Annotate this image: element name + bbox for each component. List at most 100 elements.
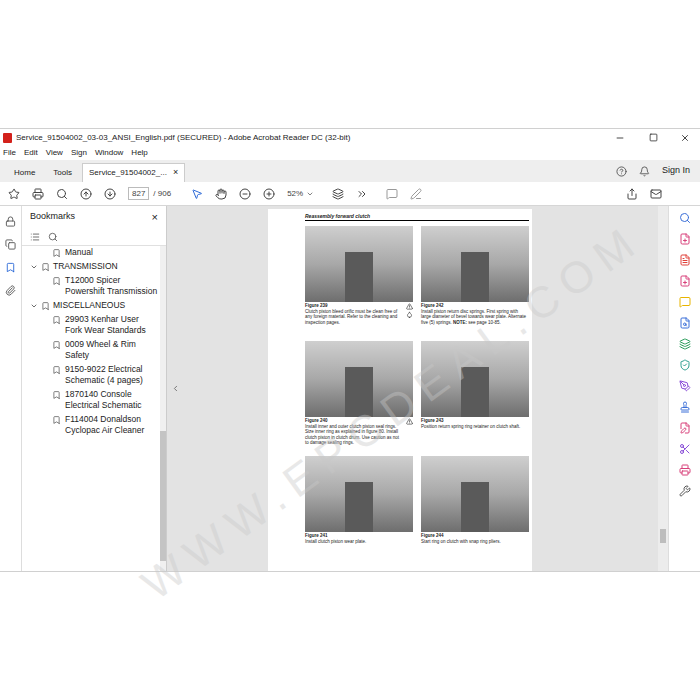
- nav-strip: [0, 206, 22, 571]
- tool-icon[interactable]: [679, 485, 691, 497]
- menu-item[interactable]: Sign: [71, 147, 87, 159]
- previous-page-icon[interactable]: [80, 188, 92, 200]
- figure-photo: [305, 456, 413, 532]
- mail-icon[interactable]: [650, 188, 662, 200]
- tool-icon[interactable]: [679, 380, 691, 392]
- panel-close[interactable]: ×: [152, 209, 158, 226]
- tool-icon[interactable]: [679, 338, 691, 350]
- watermark: WWW.EPCDEAL.COM: [128, 210, 652, 616]
- hand-icon[interactable]: [215, 188, 227, 200]
- bookmark-item[interactable]: TRANSMISSION: [22, 261, 160, 272]
- find-bookmark-icon[interactable]: [48, 232, 58, 242]
- tool-icon[interactable]: [679, 212, 691, 224]
- menu-item[interactable]: Help: [131, 147, 147, 159]
- minimize-icon[interactable]: [615, 133, 625, 143]
- page-number-field[interactable]: 827: [128, 187, 149, 200]
- menu-item[interactable]: View: [46, 147, 63, 159]
- lock-icon[interactable]: [5, 216, 16, 227]
- options-icon[interactable]: [30, 232, 40, 242]
- zoom-in-icon[interactable]: [263, 188, 275, 200]
- panel-title: Bookmarks: [30, 210, 75, 224]
- pen-icon[interactable]: [410, 188, 422, 200]
- bookmarks-panel: Bookmarks × Manual TRANSMISSION T12000 Spice…: [22, 206, 167, 571]
- tools-pane: [668, 206, 700, 571]
- tool-icon[interactable]: [679, 422, 691, 434]
- zoom-field[interactable]: 52%: [287, 188, 314, 200]
- help-icon[interactable]: [616, 166, 627, 177]
- tab-close[interactable]: ×: [173, 166, 178, 180]
- select-icon[interactable]: [191, 188, 203, 200]
- figure-photo: [421, 456, 529, 532]
- pdf-page: Reassembly forward clutchFigure 239Clutc…: [268, 209, 532, 571]
- bookmark-item[interactable]: T12000 Spicer Powershift Transmission: [22, 275, 160, 297]
- print-icon[interactable]: [32, 188, 44, 200]
- bookmark-item[interactable]: F114004 Donaldson Cyclopac Air Cleaner: [22, 414, 160, 436]
- tool-icon[interactable]: [679, 254, 691, 266]
- warning-icon: [406, 418, 413, 425]
- bookmark-item[interactable]: Manual: [22, 247, 160, 258]
- expanded-icon[interactable]: [30, 302, 38, 310]
- fit-page-icon[interactable]: [332, 188, 344, 200]
- panel-scrollbar[interactable]: [160, 246, 166, 571]
- figure-photo: [305, 226, 413, 302]
- tool-icon[interactable]: [679, 275, 691, 287]
- dropdown-icon: [306, 190, 314, 198]
- star-icon[interactable]: [8, 188, 20, 200]
- tool-icon[interactable]: [679, 233, 691, 245]
- tool-icon[interactable]: [679, 296, 691, 308]
- bookmark-icon: [41, 301, 50, 311]
- figure-photo: [421, 226, 529, 302]
- bookmark-icon: [41, 262, 50, 272]
- comment-icon[interactable]: [386, 188, 398, 200]
- screen: Service_91504002_03-03_ANSI_English.pdf …: [0, 0, 700, 700]
- bookmark-item[interactable]: 9150-9022 Electrical Schematic (4 pages): [22, 364, 160, 386]
- document-scrollbar[interactable]: [658, 206, 668, 571]
- clean-icon: [406, 311, 413, 318]
- tab[interactable]: Tools: [45, 163, 80, 182]
- acrobat-window: Service_91504002_03-03_ANSI_English.pdf …: [0, 128, 700, 572]
- bell-icon[interactable]: [639, 166, 650, 177]
- close-window-icon[interactable]: [680, 133, 690, 143]
- main-area: Bookmarks × Manual TRANSMISSION T12000 Spice…: [0, 206, 700, 571]
- bookmark-item[interactable]: 29903 Kenhar User Fork Wear Standards: [22, 314, 160, 336]
- bookmark-icon: [52, 248, 61, 258]
- pages-icon[interactable]: [5, 239, 16, 250]
- document-area: Reassembly forward clutchFigure 239Clutc…: [167, 206, 668, 571]
- bookmark-icon[interactable]: [5, 262, 16, 273]
- figure: Figure 244Start ring on clutch with snap…: [421, 456, 529, 563]
- attachment-icon[interactable]: [5, 285, 16, 296]
- menu-item[interactable]: Window: [95, 147, 123, 159]
- tool-icon[interactable]: [679, 401, 691, 413]
- figure: Figure 243Position return spring ring re…: [421, 341, 529, 448]
- tab[interactable]: Home: [6, 163, 43, 182]
- bookmark-item[interactable]: 0009 Wheel & Rim Safety: [22, 339, 160, 361]
- figure: Figure 241Install clutch piston wear pla…: [305, 456, 413, 563]
- share-icon[interactable]: [626, 188, 638, 200]
- scroll-mode-icon[interactable]: [356, 188, 368, 200]
- next-page-icon[interactable]: [104, 188, 116, 200]
- sign-in[interactable]: Sign In: [662, 164, 690, 178]
- bookmark-item[interactable]: MISCELLANEOUS: [22, 300, 160, 311]
- figure: Figure 240Install inner and outer clutch…: [305, 341, 413, 448]
- maximize-icon[interactable]: [649, 133, 658, 142]
- bookmark-item[interactable]: 1870140 Console Electrical Schematic: [22, 389, 160, 411]
- tool-icon[interactable]: [679, 359, 691, 371]
- find-icon[interactable]: [56, 188, 68, 200]
- tab-bar: HomeToolsService_91504002_...× Sign In: [0, 160, 700, 182]
- menu-item[interactable]: File: [3, 147, 16, 159]
- tool-icon[interactable]: [679, 317, 691, 329]
- zoom-out-icon[interactable]: [239, 188, 251, 200]
- title-bar: Service_91504002_03-03_ANSI_English.pdf …: [0, 129, 700, 146]
- collapse-panel-icon[interactable]: [171, 384, 180, 393]
- tab[interactable]: Service_91504002_...×: [82, 163, 185, 182]
- page-count: / 906: [153, 188, 171, 200]
- bookmark-icon: [52, 276, 61, 286]
- expanded-icon[interactable]: [30, 263, 38, 271]
- figure: Figure 242Install piston return disc spr…: [421, 226, 529, 333]
- window-title: Service_91504002_03-03_ANSI_English.pdf …: [16, 132, 350, 144]
- menu-item[interactable]: Edit: [24, 147, 38, 159]
- warning-icon: [406, 303, 413, 310]
- tool-icon[interactable]: [679, 443, 691, 455]
- figure-photo: [421, 341, 529, 417]
- tool-icon[interactable]: [679, 464, 691, 476]
